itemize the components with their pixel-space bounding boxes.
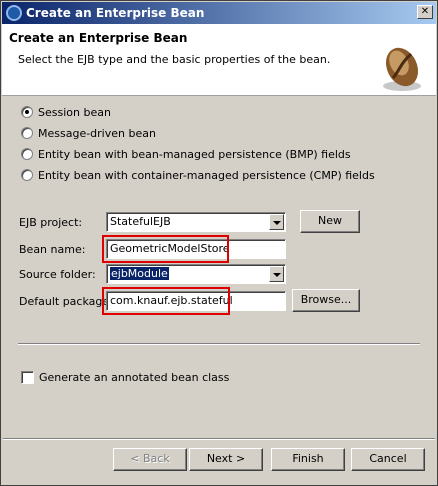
eclipse-icon [6, 5, 22, 21]
annotated-bean-option[interactable]: Generate an annotated bean class [21, 369, 229, 385]
coffee-bean-icon [383, 47, 421, 91]
footer-separator [3, 438, 435, 440]
separator [18, 343, 420, 345]
radio-button[interactable] [21, 127, 33, 139]
next-button[interactable]: Next > [189, 448, 263, 471]
ejb-project-value: StatefulEJB [110, 215, 171, 228]
radio-button[interactable] [21, 169, 33, 181]
radio-button-checked[interactable] [21, 106, 33, 118]
finish-button[interactable]: Finish [271, 448, 345, 471]
title-bar[interactable]: Create an Enterprise Bean ✕ [2, 2, 436, 24]
radio-button[interactable] [21, 148, 33, 160]
close-button[interactable]: ✕ [417, 5, 433, 19]
create-enterprise-bean-dialog: Create an Enterprise Bean ✕ Create an En… [0, 0, 438, 486]
default-package-input[interactable]: com.knauf.ejb.stateful [106, 291, 286, 311]
default-package-value: com.knauf.ejb.stateful [110, 294, 233, 307]
browse-button[interactable]: Browse... [292, 289, 360, 312]
cancel-button[interactable]: Cancel [351, 448, 425, 471]
chevron-down-icon[interactable] [269, 214, 284, 230]
source-folder-label: Source folder: [19, 268, 96, 281]
wizard-description: Select the EJB type and the basic proper… [18, 53, 331, 66]
annotated-bean-label: Generate an annotated bean class [39, 370, 230, 384]
window-title: Create an Enterprise Bean [26, 6, 205, 20]
wizard-title: Create an Enterprise Bean [9, 31, 188, 45]
radio-entity-bean-bmp[interactable]: Entity bean with bean-managed persistenc… [21, 146, 351, 162]
wizard-header: Create an Enterprise Bean Select the EJB… [2, 24, 436, 96]
bean-name-input[interactable]: GeometricModelStore [106, 239, 286, 259]
chevron-down-icon[interactable] [269, 266, 284, 282]
radio-label-entity-bean-cmp: Entity bean with container-managed persi… [38, 168, 375, 182]
radio-label-entity-bean-bmp: Entity bean with bean-managed persistenc… [38, 147, 351, 161]
back-button[interactable]: < Back [113, 448, 187, 471]
radio-label-session-bean: Session bean [38, 105, 111, 119]
source-folder-combo[interactable]: ejbModule [106, 264, 286, 284]
wizard-content: Session bean Message-driven bean Entity … [2, 97, 436, 437]
radio-session-bean[interactable]: Session bean [21, 104, 111, 120]
radio-message-driven-bean[interactable]: Message-driven bean [21, 125, 156, 141]
radio-entity-bean-cmp[interactable]: Entity bean with container-managed persi… [21, 167, 375, 183]
source-folder-value: ejbModule [110, 267, 169, 280]
radio-label-message-driven-bean: Message-driven bean [38, 126, 156, 140]
annotated-bean-checkbox[interactable] [21, 370, 34, 384]
bean-name-value: GeometricModelStore [110, 242, 230, 255]
default-package-label: Default package [19, 295, 110, 308]
ejb-project-label: EJB project: [19, 216, 83, 229]
bean-name-label: Bean name: [19, 243, 86, 256]
ejb-project-combo[interactable]: StatefulEJB [106, 212, 286, 232]
new-button[interactable]: New [300, 210, 360, 233]
